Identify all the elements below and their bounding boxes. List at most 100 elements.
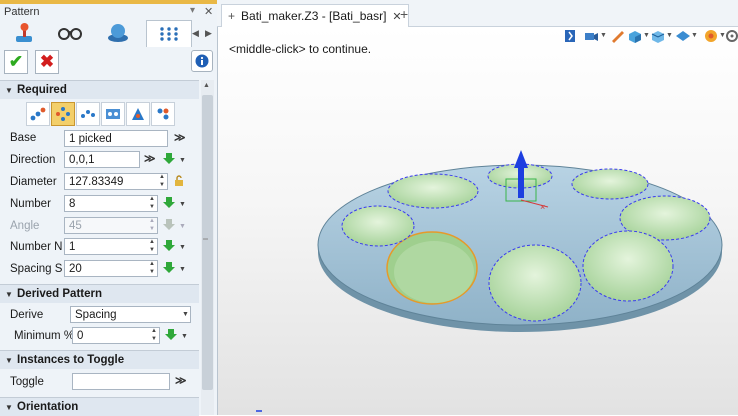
angle-label: Angle — [10, 220, 40, 232]
tab-add-icon: + — [228, 9, 236, 23]
pocket[interactable] — [341, 205, 415, 247]
info-icon — [195, 54, 209, 68]
pattern-type-curve[interactable] — [76, 102, 100, 126]
scrollbar-grip-icon: ═ — [203, 236, 208, 243]
grid-dots-icon — [160, 27, 178, 41]
section-instances-toggle[interactable]: ▼ Instances to Toggle — [0, 350, 199, 369]
cancel-button[interactable]: ✖ — [35, 50, 59, 74]
dropdown-arrow-icon[interactable]: ▼ — [179, 266, 186, 273]
section-required[interactable]: ▼ Required — [0, 80, 199, 99]
tab-scroll-right-icon[interactable]: ▶ — [205, 28, 212, 39]
number-stepper[interactable]: ▲ ▼ — [148, 195, 156, 212]
close-panel-icon[interactable]: ✕ — [204, 5, 213, 18]
pocket[interactable] — [488, 244, 582, 322]
info-button[interactable] — [191, 50, 213, 72]
section-required-label: Required — [17, 84, 67, 96]
pick-value-icon[interactable] — [162, 197, 176, 209]
minimum-label: Minimum % — [14, 330, 75, 342]
base-field[interactable]: 1 picked — [64, 130, 168, 147]
number-n-label: Number N — [10, 241, 63, 253]
pin-icon[interactable]: ▾ — [190, 5, 195, 16]
angle-stepper: ▲ ▼ — [149, 218, 155, 232]
spacing-s-label: Spacing S — [10, 263, 63, 275]
direction-label: Direction — [10, 154, 56, 166]
joystick-icon — [16, 23, 32, 42]
chevron-down-icon[interactable]: ≫ — [174, 131, 186, 144]
pick-value-icon[interactable] — [162, 240, 176, 252]
angle-field: 45 — [64, 217, 158, 234]
pick-direction-icon[interactable] — [162, 153, 176, 165]
reuse-pattern-icon — [157, 108, 169, 120]
dropdown-arrow-icon: ▼ — [179, 223, 186, 230]
fill-pattern-icon — [106, 109, 120, 119]
linear-pattern-icon — [30, 107, 46, 121]
diameter-field[interactable]: 127.83349 — [64, 173, 168, 190]
dropdown-arrow-icon[interactable]: ▼ — [179, 157, 186, 164]
document-tab-title: Bati_maker.Z3 - [Bati_basr] — [241, 9, 387, 23]
checkmark-icon: ✔ — [8, 52, 24, 71]
pattern-type-reuse[interactable] — [151, 102, 175, 126]
diameter-label: Diameter — [10, 176, 57, 188]
pattern-type-variable[interactable] — [126, 102, 150, 126]
pocket[interactable] — [571, 168, 649, 200]
minimum-field[interactable]: 0 — [72, 327, 160, 344]
select-arrow-icon[interactable]: ▼ — [182, 311, 189, 318]
section-derived-pattern[interactable]: ▼ Derived Pattern — [0, 284, 199, 303]
variable-pattern-icon — [132, 108, 144, 120]
collapse-triangle-icon: ▼ — [5, 355, 13, 365]
toggle-label: Toggle — [10, 376, 44, 388]
direction-field[interactable]: 0,0,1 — [64, 151, 140, 168]
curve-pattern-icon — [81, 110, 95, 118]
pocket[interactable] — [582, 230, 674, 302]
spacing-s-field[interactable]: 20 — [64, 260, 158, 277]
collapse-triangle-icon: ▼ — [5, 402, 13, 412]
pattern-type-linear[interactable] — [26, 102, 50, 126]
panel-title: Pattern — [4, 6, 40, 18]
diameter-stepper[interactable]: ▲ ▼ — [158, 173, 166, 190]
collapse-triangle-icon: ▼ — [5, 289, 13, 299]
collapse-triangle-icon: ▼ — [5, 85, 13, 95]
tab-shapes[interactable] — [96, 20, 140, 46]
chevron-down-icon[interactable]: ≫ — [175, 374, 187, 387]
toggle-field[interactable] — [72, 373, 170, 390]
new-tab-icon[interactable]: + — [400, 6, 408, 22]
scroll-up-icon[interactable]: ▲ — [203, 82, 210, 89]
number-field[interactable]: 8 — [64, 195, 158, 212]
dropdown-arrow-icon[interactable]: ▼ — [181, 333, 188, 340]
section-orientation[interactable]: ▼ Orientation — [0, 397, 199, 416]
panel-accent-strip — [0, 0, 217, 4]
pattern-type-fill[interactable] — [101, 102, 125, 126]
pick-value-icon[interactable] — [162, 262, 176, 274]
pattern-type-circular[interactable] — [51, 102, 75, 126]
spacing-s-stepper[interactable]: ▲ ▼ — [148, 260, 156, 277]
pick-value-icon — [163, 219, 175, 230]
action-bar — [0, 47, 217, 77]
shapes-icon — [108, 24, 128, 42]
dropdown-arrow-icon[interactable]: ▼ — [179, 201, 186, 208]
tab-glasses[interactable] — [48, 20, 92, 46]
chevron-down-icon[interactable]: ≫ — [144, 152, 156, 165]
circular-pattern-icon — [56, 107, 70, 121]
section-orientation-label: Orientation — [17, 401, 79, 413]
glasses-icon — [58, 28, 82, 40]
derive-label: Derive — [10, 309, 44, 321]
lock-icon[interactable] — [173, 175, 185, 187]
derive-select[interactable]: Spacing — [70, 306, 191, 323]
section-derived-label: Derived Pattern — [17, 288, 103, 300]
number-label: Number — [10, 198, 51, 210]
dropdown-arrow-icon[interactable]: ▼ — [179, 244, 186, 251]
pick-value-icon[interactable] — [164, 329, 178, 341]
ok-button[interactable]: ✔ — [4, 50, 28, 74]
document-tab[interactable]: + Bati_maker.Z3 - [Bati_basr] ✕ — [221, 4, 409, 27]
tab-required[interactable] — [2, 20, 46, 46]
number-n-field[interactable]: 1 — [64, 238, 158, 255]
tab-pattern[interactable] — [146, 20, 192, 47]
tab-scroll-left-icon[interactable]: ◀ — [192, 28, 199, 39]
number-n-stepper[interactable]: ▲ ▼ — [148, 238, 156, 255]
x-icon: ✖ — [39, 52, 55, 71]
pocket[interactable] — [387, 173, 479, 209]
svg-text:×: × — [540, 202, 545, 212]
3d-model-plate[interactable]: × — [218, 27, 738, 415]
section-toggle-label: Instances to Toggle — [17, 354, 125, 366]
minimum-stepper[interactable]: ▲ ▼ — [150, 327, 158, 344]
